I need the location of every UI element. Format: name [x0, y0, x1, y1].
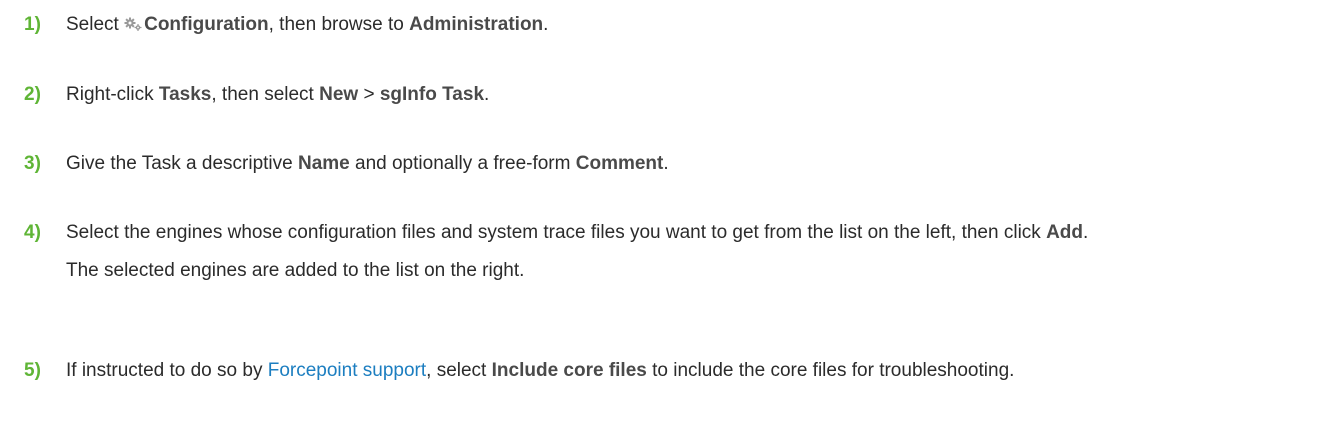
step-number: 3) — [24, 153, 41, 174]
new-term: New — [319, 84, 359, 105]
step-4-main: Select the engines whose configuration f… — [66, 222, 1089, 243]
include-core-files-term: Include core files — [491, 360, 647, 381]
sginfo-task-term: sgInfo Task — [379, 84, 485, 105]
step-number: 2) — [24, 84, 41, 105]
step-text: If instructed to do so by Forcepoint sup… — [66, 360, 1015, 381]
step-number: 1) — [24, 14, 41, 35]
step-number: 4) — [24, 222, 41, 243]
step-result: The selected engines are added to the li… — [66, 260, 525, 281]
gear-icon — [124, 17, 142, 31]
step-text: Select Configuration, then browse to Adm… — [66, 14, 549, 35]
add-term: Add — [1046, 222, 1084, 243]
comment-term: Comment — [575, 153, 664, 174]
configuration-term: Configuration — [144, 14, 269, 35]
step-number: 5) — [24, 360, 41, 381]
step-text: Right-click Tasks, then select New > sgI… — [66, 84, 490, 105]
forcepoint-support-link[interactable]: Forcepoint support — [268, 360, 426, 381]
name-term: Name — [297, 153, 350, 174]
step-text: Give the Task a descriptive Name and opt… — [66, 153, 669, 174]
step-text: Select the engines whose configuration f… — [66, 219, 1317, 285]
tasks-term: Tasks — [158, 84, 212, 105]
administration-term: Administration — [409, 14, 544, 35]
